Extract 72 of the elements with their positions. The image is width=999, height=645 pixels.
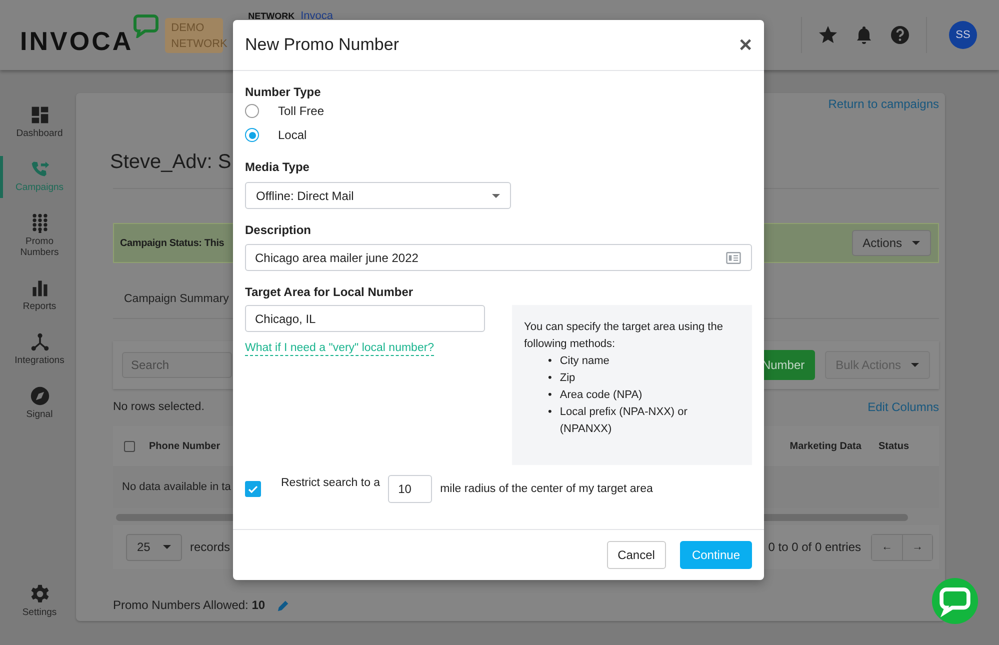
user-avatar[interactable]: SS [949, 21, 977, 49]
sidebar-item[interactable]: Integrations [0, 329, 76, 371]
sidebar-item[interactable]: Promo Numbers [0, 210, 76, 263]
campaign-status-text: Campaign Status: This [120, 238, 224, 248]
return-to-campaigns-link[interactable]: Return to campaigns [828, 97, 939, 111]
field-label: Number Type [245, 85, 322, 99]
chat-button[interactable] [931, 577, 979, 625]
bullet: • [548, 371, 552, 386]
settings-icon [30, 584, 50, 604]
page-title: Steve_Adv: S [110, 150, 232, 175]
records-label: records [190, 540, 230, 554]
network-link[interactable]: Invoca [300, 10, 334, 22]
entries-count: 0 to 0 of 0 entries [768, 540, 861, 554]
media-type-select[interactable]: Offline: Direct Mail [245, 182, 511, 209]
method-list-item: Zip [560, 371, 576, 386]
bullet: • [548, 354, 552, 369]
dialog-title: New Promo Number [245, 35, 399, 55]
search-field[interactable]: Search [122, 352, 232, 378]
sidebar-item[interactable]: Signal [0, 383, 76, 425]
target-area-field[interactable]: Chicago, IL [245, 305, 485, 332]
bell-icon[interactable] [854, 25, 874, 45]
speech-bubble-icon [133, 14, 160, 38]
select-all-checkbox[interactable] [124, 440, 135, 452]
restrict-checkbox[interactable] [245, 481, 261, 497]
info-text: You can specify the target area using the following methods: [524, 320, 724, 352]
field-label: Target Area for Local Number [245, 285, 414, 299]
keypad-icon [30, 213, 50, 233]
edit-columns-link[interactable]: Edit Columns [868, 400, 939, 414]
sidebar-item[interactable]: Reports [0, 275, 76, 317]
radio-button[interactable] [245, 104, 259, 118]
column-header: Phone Number [149, 440, 220, 452]
page-size-select[interactable]: 25 [126, 534, 182, 560]
pencil-icon[interactable] [277, 598, 290, 612]
radio-label: Toll Free [278, 104, 324, 118]
column-header: Status [878, 440, 909, 452]
radio-label: Local [278, 128, 307, 142]
method-list-item: Area code (NPA) [560, 388, 642, 403]
description-field[interactable]: Chicago area mailer june 2022 [245, 244, 752, 271]
close-button[interactable]: × [739, 32, 752, 58]
column-header: Marketing Data [790, 440, 862, 452]
contact-card-icon [726, 252, 741, 264]
radius-label: mile radius of the center of my target area [440, 483, 653, 495]
selection-note: No rows selected. [113, 401, 204, 413]
actions-dropdown[interactable]: Actions [852, 230, 931, 256]
sidebar-item[interactable]: Dashboard [0, 102, 76, 144]
field-label: Description [245, 223, 312, 237]
method-list-item: City name [560, 354, 610, 369]
promo-numbers-allowed: Promo Numbers Allowed: 10 [113, 598, 266, 612]
empty-table-message: No data available in ta [122, 481, 231, 493]
compass-icon [30, 386, 50, 406]
next-page-button[interactable]: → [902, 534, 932, 560]
star-icon[interactable] [818, 25, 838, 45]
network-icon [30, 332, 50, 352]
cancel-button[interactable]: Cancel [606, 541, 666, 569]
bullet: • [548, 388, 552, 403]
field-label: Media Type [245, 160, 310, 174]
radius-field[interactable]: 10 [388, 475, 432, 503]
method-list-item: Local prefix (NPA-NXX) or (NPANXX) [560, 405, 688, 437]
help-icon[interactable] [890, 25, 910, 45]
radio-button[interactable] [245, 128, 259, 142]
checkmark-icon [247, 483, 259, 495]
sidebar-item[interactable]: Settings [0, 581, 76, 623]
continue-button[interactable]: Continue [680, 541, 752, 569]
restrict-label: Restrict search to a [281, 477, 380, 489]
logo-wordmark: INVOCA [20, 26, 134, 56]
phone-icon [30, 159, 50, 179]
very-local-number-link[interactable]: What if I need a "very" local number? [245, 341, 434, 356]
network-label: NETWORK [248, 11, 295, 21]
bar-chart-icon [30, 278, 50, 298]
bullet: • [548, 405, 552, 420]
campaign-summary-tab[interactable]: Campaign Summary [124, 293, 229, 305]
dashboard-icon [30, 105, 50, 125]
